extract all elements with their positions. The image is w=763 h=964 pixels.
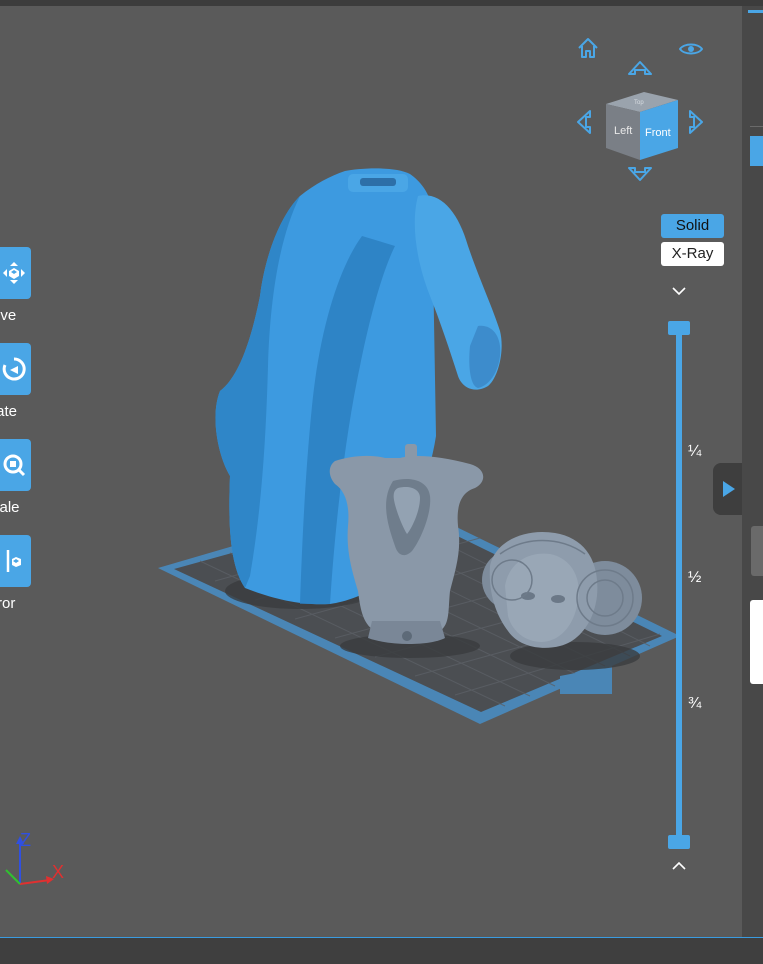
rotate-label: tate [0,403,18,420]
scale-icon [3,454,26,477]
move-icon [3,262,25,284]
axis-gizmo: Z X [5,830,64,885]
layer-slider-top-handle[interactable] [668,321,690,335]
view-left-arrow-icon[interactable] [576,109,592,135]
rotate-button[interactable] [0,343,31,395]
tick-half: ½ [688,569,702,586]
scale-label: cale [0,499,20,516]
bottom-status-bar [0,937,763,964]
rotate-icon [2,357,26,381]
right-panel-divider [750,126,763,127]
tick-quarter: ¼ [688,443,702,460]
view-down-arrow-icon[interactable] [627,166,653,182]
axis-x-label: X [52,862,64,882]
layer-slider-track[interactable] [676,328,682,842]
3d-viewport[interactable]: ove tate cale rror [0,6,742,937]
home-view-icon[interactable] [576,36,600,60]
view-cube[interactable]: Left Front Top [604,90,680,162]
cube-top-face: Top [634,100,644,106]
expand-arrow-icon [723,481,735,497]
xray-mode-button[interactable]: X-Ray [661,242,724,266]
right-panel-white-field[interactable] [750,600,763,684]
panel-collapse-tab[interactable] [713,463,743,515]
cube-left-face: Left [614,125,632,137]
move-label: ove [0,307,17,324]
axis-z-label: Z [20,830,31,850]
chevron-down-icon[interactable] [671,286,687,296]
layer-slider-bottom-handle[interactable] [668,835,690,849]
mirror-label: rror [0,595,16,612]
view-right-arrow-icon[interactable] [688,109,704,135]
right-panel-control[interactable] [751,526,763,576]
cube-front-face: Front [645,127,671,139]
solid-mode-button[interactable]: Solid [661,214,724,238]
scale-button[interactable] [0,439,31,491]
mirror-button[interactable] [0,535,31,587]
view-up-arrow-icon[interactable] [627,60,653,76]
visibility-eye-icon[interactable] [679,41,703,57]
right-panel-top-accent [748,10,763,13]
chevron-up-icon[interactable] [671,861,687,871]
right-side-panel [742,6,763,937]
mirror-icon [6,550,21,572]
tick-three-quarters: ¾ [688,695,702,712]
right-panel-selected-item[interactable] [750,136,763,166]
move-button[interactable] [0,247,31,299]
